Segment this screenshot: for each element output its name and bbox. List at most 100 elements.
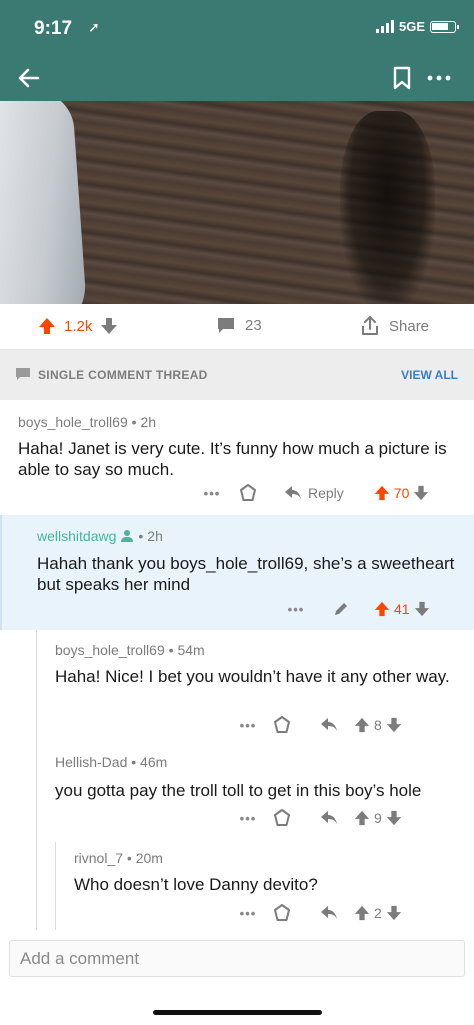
upvote-icon[interactable]: [374, 601, 390, 617]
comment-age: 2h: [140, 414, 157, 430]
reply-button[interactable]: [304, 810, 354, 826]
edit-button[interactable]: [308, 601, 374, 617]
more-icon: [427, 75, 451, 81]
op-user-icon: [121, 530, 134, 542]
more-icon[interactable]: •••: [284, 602, 308, 617]
reply-icon: [321, 718, 337, 731]
post-vote-group: 1.2k: [38, 317, 118, 335]
shadow-shape: [340, 111, 435, 304]
comment-score: 9: [374, 810, 382, 826]
award-icon: [274, 809, 290, 826]
reply-button[interactable]: [304, 717, 354, 733]
status-time: 9:17: [34, 18, 73, 39]
bookmark-button[interactable]: [390, 65, 414, 91]
view-all-link[interactable]: VIEW ALL: [401, 368, 458, 382]
thread-line: [55, 842, 56, 930]
comment-body: Haha! Nice! I bet you wouldn’t have it a…: [55, 667, 450, 686]
comment-meta: Hellish-Dad • 46m: [55, 754, 168, 770]
bookmark-icon: [393, 66, 411, 90]
award-icon: [274, 904, 290, 921]
award-icon: [274, 716, 290, 733]
comment-score: 8: [374, 717, 382, 733]
back-button[interactable]: [14, 63, 44, 93]
comment-action-row: ••• 9: [236, 809, 402, 827]
more-options-button[interactable]: [424, 67, 454, 89]
award-button[interactable]: [260, 904, 304, 922]
comment-meta: rivnol_7 • 20m: [74, 850, 163, 866]
comment: boys_hole_troll69 • 54m Haha! Nice! I be…: [0, 630, 474, 930]
upvote-icon[interactable]: [374, 485, 390, 501]
comment-vote-group: 8: [354, 717, 402, 733]
reply-button[interactable]: Reply: [284, 485, 344, 501]
post-score: 1.2k: [64, 317, 93, 335]
comment-score: 2: [374, 905, 382, 921]
comment-icon: [218, 318, 234, 333]
signal-icon: [375, 20, 394, 33]
comment-body: Who doesn’t love Danny devito?: [74, 875, 318, 894]
comment-meta: boys_hole_troll69 • 54m: [55, 642, 205, 658]
share-icon: [362, 316, 378, 335]
top-nav-bar: [0, 55, 474, 101]
award-button[interactable]: [224, 484, 272, 502]
comment-highlighted: wellshitdawg • 2h Hahah thank you boys_h…: [0, 515, 474, 630]
comment-author[interactable]: boys_hole_troll69: [55, 642, 165, 658]
downvote-icon[interactable]: [413, 485, 429, 501]
comment-vote-group: 41: [374, 601, 430, 617]
comment-body: Hahah thank you boys_hole_troll69, she’s…: [37, 554, 455, 594]
comment-vote-group: 9: [354, 810, 402, 826]
comment-author[interactable]: Hellish-Dad: [55, 754, 127, 770]
comment-author[interactable]: wellshitdawg: [37, 528, 116, 544]
upvote-icon[interactable]: [38, 317, 56, 335]
comment-author[interactable]: rivnol_7: [74, 850, 123, 866]
post-action-bar: 1.2k 23 Share: [0, 304, 474, 350]
comment-age: 20m: [135, 850, 163, 866]
comment-age: 2h: [147, 528, 163, 544]
reply-icon: [321, 906, 337, 919]
home-indicator[interactable]: [153, 1010, 322, 1015]
upvote-icon[interactable]: [354, 717, 370, 733]
comment-age: 54m: [177, 642, 205, 658]
award-button[interactable]: [260, 809, 304, 827]
more-icon[interactable]: •••: [236, 906, 260, 921]
downvote-icon[interactable]: [386, 810, 402, 826]
thread-label: SINGLE COMMENT THREAD: [38, 367, 208, 382]
comment: rivnol_7 • 20m Who doesn’t love Danny de…: [0, 842, 474, 930]
downvote-icon[interactable]: [386, 905, 402, 921]
post-share-button[interactable]: Share: [361, 316, 429, 336]
network-type: 5GE: [398, 19, 425, 34]
comment-age: 46m: [140, 754, 168, 770]
upvote-icon[interactable]: [354, 905, 370, 921]
comment-vote-group: 2: [354, 905, 402, 921]
comment-score: 70: [393, 485, 410, 501]
award-button[interactable]: [260, 716, 304, 734]
more-icon[interactable]: •••: [236, 811, 260, 826]
comment-meta: wellshitdawg • 2h: [37, 528, 163, 544]
upvote-icon[interactable]: [354, 810, 370, 826]
downvote-icon[interactable]: [386, 717, 402, 733]
comment-vote-group: 70: [374, 485, 430, 501]
post-comment-count: 23: [245, 317, 262, 334]
comment-action-row: ••• Reply 70: [200, 484, 429, 502]
comment-action-row: ••• 41: [284, 601, 430, 617]
comment-body: you gotta pay the troll toll to get in t…: [55, 781, 422, 800]
add-comment-input[interactable]: Add a comment: [9, 940, 465, 977]
downvote-icon[interactable]: [100, 317, 118, 335]
downvote-icon[interactable]: [414, 601, 430, 617]
location-arrow-icon: ➚: [88, 19, 100, 35]
post-image[interactable]: [0, 101, 474, 304]
status-indicators: 5GE: [375, 19, 459, 34]
battery-icon: [430, 20, 459, 33]
comment: Hellish-Dad • 46m you gotta pay the trol…: [0, 742, 474, 842]
award-icon: [240, 484, 256, 501]
edit-icon: [335, 603, 347, 615]
more-icon[interactable]: •••: [236, 718, 260, 733]
reply-icon: [285, 486, 301, 499]
comment-meta: boys_hole_troll69 • 2h: [18, 414, 157, 430]
post-comments-button[interactable]: 23: [217, 317, 262, 334]
thread-header: SINGLE COMMENT THREAD VIEW ALL: [0, 350, 474, 400]
reply-button[interactable]: [304, 905, 354, 921]
comment-score: 41: [394, 601, 410, 617]
more-icon[interactable]: •••: [200, 486, 224, 501]
back-arrow-icon: [18, 68, 40, 88]
comment-author[interactable]: boys_hole_troll69: [18, 414, 128, 430]
